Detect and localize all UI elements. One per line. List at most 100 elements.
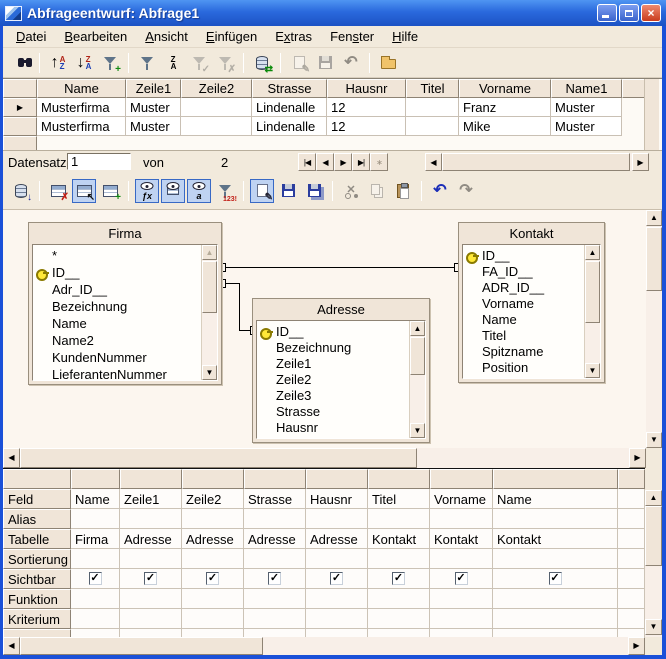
grid-cell[interactable]	[71, 509, 120, 529]
grid-cell[interactable]	[244, 589, 306, 609]
previous-record-button[interactable]: ◀	[316, 153, 334, 171]
scroll-thumb[interactable]	[410, 337, 425, 375]
scroll-up-button[interactable]: ▲	[646, 210, 662, 226]
grid-cell[interactable]	[182, 509, 244, 529]
standard-filter-button[interactable]	[135, 51, 159, 75]
grid-cell[interactable]	[493, 509, 618, 529]
field-Bezeichnung[interactable]: Bezeichnung	[260, 339, 409, 355]
datasheet-cell[interactable]: Muster	[126, 98, 181, 117]
field-Zeile2[interactable]: Zeile2	[260, 371, 409, 387]
grid-cell[interactable]	[71, 549, 120, 569]
field-Name2[interactable]: Name2	[36, 332, 201, 349]
grid-row-header-sichtbar[interactable]: Sichtbar	[3, 569, 71, 589]
table-box-adresse[interactable]: Adresse ID__BezeichnungZeile1Zeile2Zeile…	[252, 298, 430, 443]
grid-cell[interactable]: Adresse	[120, 529, 182, 549]
datasheet-hscroll-left-button[interactable]: ◀	[425, 153, 442, 171]
grid-cell[interactable]	[368, 509, 430, 529]
grid-cell[interactable]	[430, 509, 493, 529]
grid-column-header[interactable]	[493, 469, 618, 489]
field-[interactable]: *	[36, 247, 201, 264]
column-header-titel[interactable]: Titel	[406, 79, 459, 98]
grid-cell[interactable]	[120, 509, 182, 529]
grid-row-header-kriterium[interactable]: Kriterium	[3, 609, 71, 629]
field-Name[interactable]: Name	[466, 311, 584, 327]
grid-cell[interactable]	[430, 589, 493, 609]
grid-cell[interactable]: ✓	[430, 569, 493, 589]
grid-cell[interactable]	[368, 609, 430, 629]
last-record-button[interactable]: ▶|	[352, 153, 370, 171]
sort-descending-button[interactable]: ↓ZA	[72, 51, 96, 75]
grid-cell[interactable]	[120, 549, 182, 569]
field-Spitzname[interactable]: Spitzname	[466, 343, 584, 359]
data-source-button[interactable]	[376, 51, 400, 75]
edit-data-button[interactable]: ✎	[287, 51, 311, 75]
undo-data-entry-button[interactable]: ↶	[339, 51, 363, 75]
grid-cell[interactable]	[306, 589, 368, 609]
column-header-zeile1[interactable]: Zeile1	[126, 79, 181, 98]
edit-button[interactable]: ✎	[250, 179, 274, 203]
scroll-thumb[interactable]	[585, 261, 600, 323]
cut-button[interactable]	[339, 179, 363, 203]
grid-cell[interactable]	[244, 549, 306, 569]
scroll-up-button[interactable]: ▲	[410, 321, 425, 336]
field-Titel[interactable]: Titel	[466, 327, 584, 343]
datasheet-cell[interactable]: Franz	[459, 98, 551, 117]
datasheet-cell[interactable]	[181, 117, 252, 136]
grid-row-header[interactable]	[3, 629, 71, 637]
row-selector[interactable]	[3, 117, 37, 136]
close-button[interactable]: ×	[641, 4, 661, 22]
title-bar[interactable]: Abfrageentwurf: Abfrage1 ×	[0, 0, 666, 26]
grid-row-header-tabelle[interactable]: Tabelle	[3, 529, 71, 549]
sichtbar-checkbox[interactable]: ✓	[144, 572, 157, 585]
menu-bearbeiten[interactable]: Bearbeiten	[55, 26, 136, 47]
field-Bezeichnung[interactable]: Bezeichnung	[36, 298, 201, 315]
grid-column-header[interactable]	[368, 469, 430, 489]
datasheet-cell[interactable]	[406, 98, 459, 117]
grid-cell[interactable]	[618, 509, 645, 529]
sichtbar-checkbox[interactable]: ✓	[206, 572, 219, 585]
grid-cell[interactable]	[182, 589, 244, 609]
scroll-down-button[interactable]: ▼	[585, 363, 600, 378]
grid-column-header[interactable]	[306, 469, 368, 489]
grid-cell[interactable]: Firma	[71, 529, 120, 549]
grid-cell[interactable]: ✓	[71, 569, 120, 589]
scroll-left-button[interactable]: ◀	[3, 637, 20, 655]
grid-cell[interactable]	[368, 589, 430, 609]
scroll-up-button[interactable]: ▲	[645, 490, 662, 506]
field-ID__[interactable]: ID__	[466, 247, 584, 263]
join-line-firma-adresse-seg3[interactable]	[239, 330, 250, 331]
menu-extras[interactable]: Extras	[266, 26, 321, 47]
grid-vertical-scrollbar[interactable]: ▲ ▼	[645, 468, 662, 637]
remove-filter-button[interactable]: ✗	[213, 51, 237, 75]
field-list-scrollbar[interactable]: ▲ ▼	[201, 245, 217, 380]
datasheet-hscroll-thumb[interactable]	[442, 153, 630, 171]
datasheet-hscroll-right-button[interactable]: ▶	[632, 153, 649, 171]
apply-filter-button[interactable]: ✓	[187, 51, 211, 75]
table-title-firma[interactable]: Firma	[29, 223, 221, 244]
grid-column-header[interactable]	[430, 469, 493, 489]
canvas-vertical-scrollbar[interactable]: ▲ ▼	[646, 210, 662, 448]
field-Zeile1[interactable]: Zeile1	[260, 355, 409, 371]
grid-horizontal-scrollbar[interactable]: ◀ ▶	[3, 637, 645, 655]
datasheet-vertical-scrollbar[interactable]	[644, 79, 659, 150]
grid-cell[interactable]: Vorname	[430, 489, 493, 509]
grid-row-header-alias[interactable]: Alias	[3, 509, 71, 529]
datasheet-cell[interactable]: Musterfirma	[37, 98, 126, 117]
field-Zeile3[interactable]: Zeile3	[260, 387, 409, 403]
grid-cell[interactable]	[182, 609, 244, 629]
scroll-thumb[interactable]	[645, 506, 662, 566]
grid-cell[interactable]	[182, 549, 244, 569]
grid-cell[interactable]: Kontakt	[368, 529, 430, 549]
sichtbar-checkbox[interactable]: ✓	[89, 572, 102, 585]
grid-cell[interactable]	[244, 609, 306, 629]
datasheet-cell[interactable]: 12	[327, 117, 406, 136]
row-selector[interactable]	[3, 136, 37, 150]
table-title-adresse[interactable]: Adresse	[253, 299, 429, 320]
grid-cell[interactable]: Adresse	[306, 529, 368, 549]
grid-cell[interactable]: ✓	[244, 569, 306, 589]
scroll-left-button[interactable]: ◀	[3, 448, 20, 468]
grid-cell[interactable]	[306, 629, 368, 637]
sichtbar-checkbox[interactable]: ✓	[455, 572, 468, 585]
sort-dialog-button[interactable]: ZA	[161, 51, 185, 75]
grid-row-header-feld[interactable]: Feld	[3, 489, 71, 509]
